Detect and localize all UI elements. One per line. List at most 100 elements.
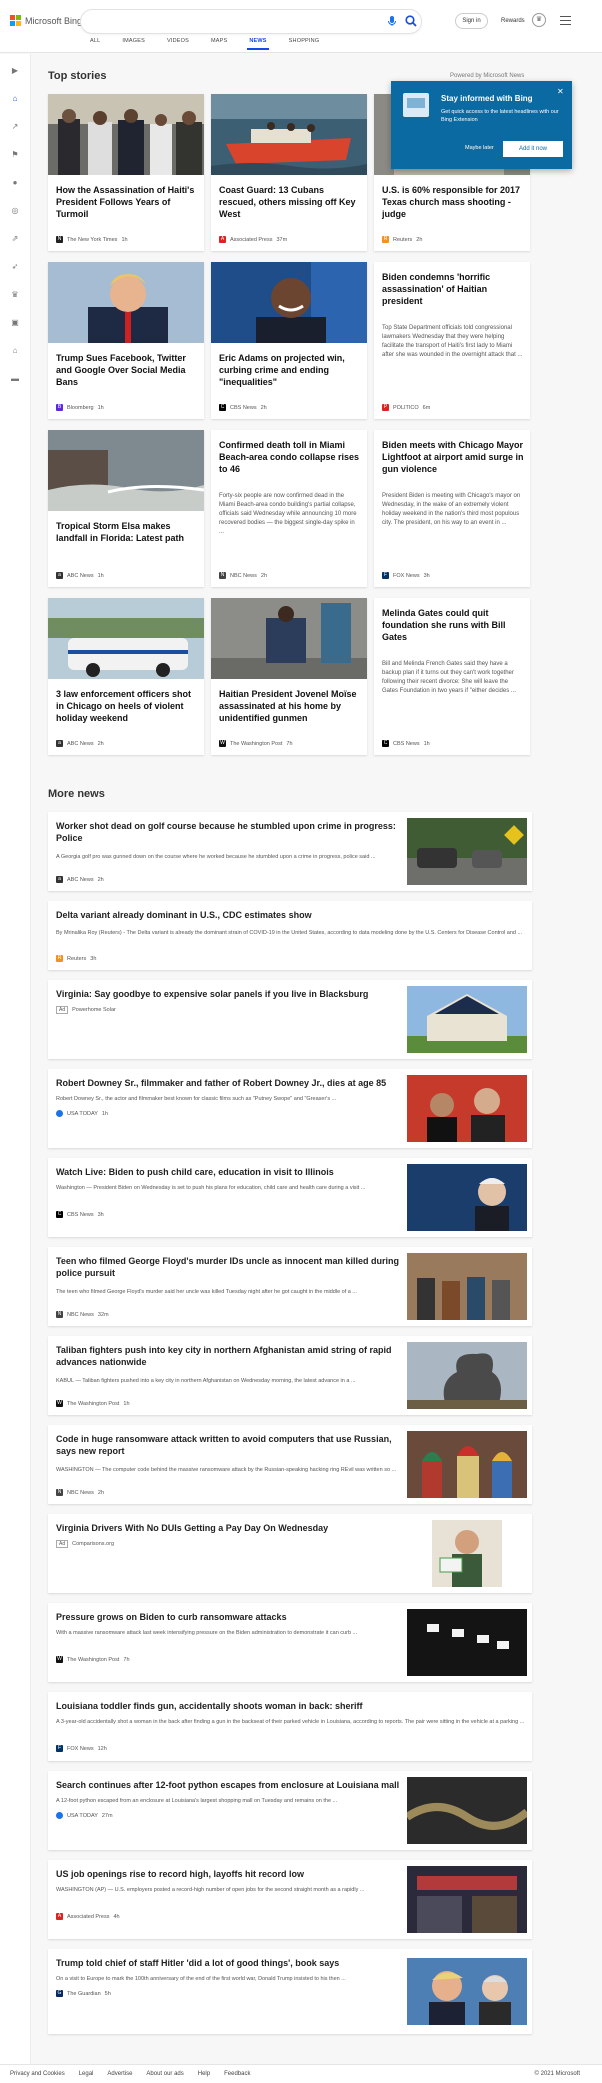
news-title[interactable]: Code in huge ransomware attack written t… bbox=[56, 1433, 406, 1457]
footer-link-about-ads[interactable]: About our ads bbox=[146, 2071, 183, 2077]
story-source: R Reuters 2h bbox=[382, 236, 423, 243]
story-source: N The New York Times 1h bbox=[56, 236, 128, 243]
story-title[interactable]: Trump Sues Facebook, Twitter and Google … bbox=[56, 352, 198, 388]
bing-logo[interactable]: Microsoft Bing bbox=[10, 15, 82, 26]
rewards-link[interactable]: Rewards bbox=[501, 18, 525, 24]
news-title[interactable]: Virginia Drivers With No DUIs Getting a … bbox=[56, 1522, 406, 1534]
news-snippet: WASHINGTON — The computer code behind th… bbox=[56, 1467, 397, 1473]
news-item[interactable]: Trump told chief of staff Hitler 'did a … bbox=[48, 1949, 532, 2034]
home-icon[interactable]: ⌂ bbox=[10, 94, 20, 104]
location-pin-icon[interactable]: ● bbox=[10, 178, 20, 188]
news-item[interactable]: Taliban fighters push into key city in n… bbox=[48, 1336, 532, 1415]
news-item[interactable]: Teen who filmed George Floyd's murder ID… bbox=[48, 1247, 532, 1326]
story-source: a ABC News 2h bbox=[56, 740, 104, 747]
news-item[interactable]: US job openings rise to record high, lay… bbox=[48, 1860, 532, 1939]
story-card[interactable]: Biden condemns 'horrific assassination' … bbox=[374, 262, 530, 419]
news-item[interactable]: Delta variant already dominant in U.S., … bbox=[48, 901, 532, 970]
search-input[interactable] bbox=[91, 14, 361, 30]
news-item[interactable]: Code in huge ransomware attack written t… bbox=[48, 1425, 532, 1504]
story-title[interactable]: How the Assassination of Haiti's Preside… bbox=[56, 184, 198, 220]
nav-images[interactable]: IMAGES bbox=[122, 38, 145, 52]
trending-icon[interactable]: ↗ bbox=[10, 122, 20, 132]
news-source: C CBS News 3h bbox=[56, 1211, 104, 1218]
close-icon[interactable]: ✕ bbox=[557, 87, 564, 96]
news-title[interactable]: Virginia: Say goodbye to expensive solar… bbox=[56, 988, 406, 1000]
story-title[interactable]: Haitian President Jovenel Moïse assassin… bbox=[219, 688, 361, 724]
news-title[interactable]: Pressure grows on Biden to curb ransomwa… bbox=[56, 1611, 406, 1623]
story-title[interactable]: Biden condemns 'horrific assassination' … bbox=[382, 271, 524, 307]
news-title[interactable]: US job openings rise to record high, lay… bbox=[56, 1868, 406, 1880]
story-title[interactable]: Confirmed death toll in Miami Beach-area… bbox=[219, 439, 361, 475]
story-title[interactable]: Coast Guard: 13 Cubans rescued, others m… bbox=[219, 184, 361, 220]
news-item[interactable]: Pressure grows on Biden to curb ransomwa… bbox=[48, 1603, 532, 1682]
bank-icon[interactable]: ⌂ bbox=[10, 346, 20, 356]
hamburger-menu-icon[interactable] bbox=[560, 16, 571, 25]
story-title[interactable]: U.S. is 60% responsible for 2017 Texas c… bbox=[382, 184, 524, 220]
footer-link-privacy[interactable]: Privacy and Cookies bbox=[10, 2071, 65, 2077]
news-snippet: Washington — President Biden on Wednesda… bbox=[56, 1185, 366, 1191]
trophy-icon[interactable]: ♛ bbox=[10, 290, 20, 300]
story-title[interactable]: 3 law enforcement officers shot in Chica… bbox=[56, 688, 198, 724]
add-it-now-button[interactable]: Add it now bbox=[503, 141, 563, 157]
story-card[interactable]: Biden meets with Chicago Mayor Lightfoot… bbox=[374, 430, 530, 587]
nav-news[interactable]: NEWS bbox=[247, 38, 270, 52]
story-card[interactable]: Eric Adams on projected win, curbing cri… bbox=[211, 262, 367, 419]
news-image bbox=[407, 1253, 527, 1320]
story-card[interactable]: Melinda Gates could quit foundation she … bbox=[374, 598, 530, 755]
car-icon[interactable]: ▬ bbox=[10, 374, 20, 384]
news-item[interactable]: Robert Downey Sr., filmmaker and father … bbox=[48, 1069, 532, 1148]
story-card[interactable]: Coast Guard: 13 Cubans rescued, others m… bbox=[211, 94, 367, 251]
maybe-later-button[interactable]: Maybe later bbox=[465, 145, 494, 151]
story-card[interactable]: Haitian President Jovenel Moïse assassin… bbox=[211, 598, 367, 755]
news-snippet: By Mrinalika Roy (Reuters) - The Delta v… bbox=[56, 930, 523, 936]
story-source: W The Washington Post 7h bbox=[219, 740, 293, 747]
news-title[interactable]: Robert Downey Sr., filmmaker and father … bbox=[56, 1077, 406, 1089]
flag-icon[interactable]: ⚑ bbox=[10, 150, 20, 160]
finance-icon[interactable]: ⇗ bbox=[10, 234, 20, 244]
nav-videos[interactable]: VIDEOS bbox=[167, 38, 189, 52]
news-item[interactable]: Worker shot dead on golf course because … bbox=[48, 812, 532, 891]
nav-maps[interactable]: MAPS bbox=[211, 38, 227, 52]
news-title[interactable]: Teen who filmed George Floyd's murder ID… bbox=[56, 1255, 406, 1279]
story-card[interactable]: Confirmed death toll in Miami Beach-area… bbox=[211, 430, 367, 587]
search-icon[interactable] bbox=[404, 14, 418, 28]
news-title[interactable]: Trump told chief of staff Hitler 'did a … bbox=[56, 1957, 406, 1969]
sign-in-button[interactable]: Sign in bbox=[455, 13, 488, 29]
nav-shopping[interactable]: SHOPPING bbox=[289, 38, 320, 52]
story-image bbox=[211, 262, 367, 343]
news-title[interactable]: Worker shot dead on golf course because … bbox=[56, 820, 406, 844]
news-item[interactable]: Louisiana toddler finds gun, accidentall… bbox=[48, 1692, 532, 1761]
story-card[interactable]: 3 law enforcement officers shot in Chica… bbox=[48, 598, 204, 755]
news-image bbox=[407, 1164, 527, 1231]
news-item[interactable]: Watch Live: Biden to push child care, ed… bbox=[48, 1158, 532, 1237]
story-title[interactable]: Melinda Gates could quit foundation she … bbox=[382, 607, 524, 643]
story-title[interactable]: Eric Adams on projected win, curbing cri… bbox=[219, 352, 361, 388]
news-title[interactable]: Taliban fighters push into key city in n… bbox=[56, 1344, 406, 1368]
story-card[interactable]: Trump Sues Facebook, Twitter and Google … bbox=[48, 262, 204, 419]
news-title[interactable]: Search continues after 12-foot python es… bbox=[56, 1779, 406, 1791]
story-card[interactable]: How the Assassination of Haiti's Preside… bbox=[48, 94, 204, 251]
rocket-icon[interactable]: ➶ bbox=[10, 262, 20, 272]
news-title[interactable]: Watch Live: Biden to push child care, ed… bbox=[56, 1166, 406, 1178]
nav-all[interactable]: ALL bbox=[90, 38, 100, 52]
film-icon[interactable]: ▣ bbox=[10, 318, 20, 328]
globe-icon[interactable]: ◎ bbox=[10, 206, 20, 216]
footer-link-help[interactable]: Help bbox=[198, 2071, 210, 2077]
footer-link-feedback[interactable]: Feedback bbox=[224, 2071, 250, 2077]
story-title[interactable]: Tropical Storm Elsa makes landfall in Fl… bbox=[56, 520, 198, 544]
top-stories-title: Top stories bbox=[48, 70, 107, 82]
microphone-icon[interactable] bbox=[385, 14, 399, 28]
story-card[interactable]: Tropical Storm Elsa makes landfall in Fl… bbox=[48, 430, 204, 587]
footer-link-advertise[interactable]: Advertise bbox=[107, 2071, 132, 2077]
news-title[interactable]: Delta variant already dominant in U.S., … bbox=[56, 909, 526, 921]
news-item-ad[interactable]: Virginia Drivers With No DUIs Getting a … bbox=[48, 1514, 532, 1593]
rewards-trophy-icon[interactable]: ♛ bbox=[532, 13, 546, 27]
footer-link-legal[interactable]: Legal bbox=[79, 2071, 94, 2077]
chevron-right-icon[interactable]: ▶ bbox=[10, 66, 20, 76]
news-item-ad[interactable]: Virginia: Say goodbye to expensive solar… bbox=[48, 980, 532, 1059]
search-box[interactable] bbox=[80, 9, 422, 34]
story-title[interactable]: Biden meets with Chicago Mayor Lightfoot… bbox=[382, 439, 524, 475]
story-source: B Bloomberg 1h bbox=[56, 404, 104, 411]
news-title[interactable]: Louisiana toddler finds gun, accidentall… bbox=[56, 1700, 526, 1712]
news-item[interactable]: Search continues after 12-foot python es… bbox=[48, 1771, 532, 1850]
